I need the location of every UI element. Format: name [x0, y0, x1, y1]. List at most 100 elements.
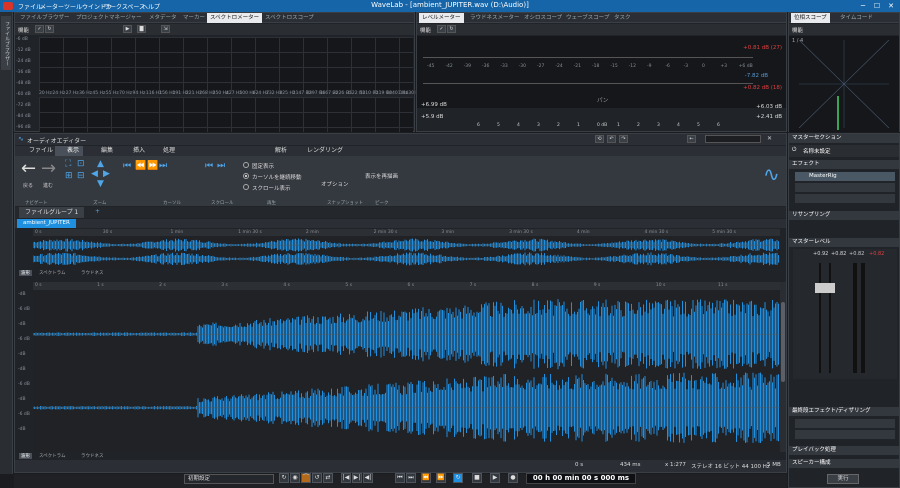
preset-name[interactable]: 名称未設定	[803, 147, 831, 155]
rewind-icon[interactable]: ⏪	[421, 473, 431, 483]
fader-handle-L[interactable]	[815, 283, 825, 293]
tab-task[interactable]: タスク	[611, 13, 634, 23]
play-icon[interactable]: ▶	[123, 25, 132, 33]
next-marker-icon[interactable]: ▶|	[352, 473, 362, 483]
ribbon-tab-edit[interactable]: 編集	[91, 146, 113, 156]
file-tab-ambient[interactable]: ambient_JUPITER	[17, 219, 76, 228]
minimize-button[interactable]: ─	[856, 0, 870, 12]
post-slot-1[interactable]	[795, 419, 895, 428]
tab-file-browser[interactable]: ファイルブラウザー	[17, 13, 73, 23]
vertical-scroll-thumb[interactable]	[781, 302, 785, 382]
transport-time-display[interactable]: 00 h 00 min 00 s 000 ms	[526, 473, 636, 484]
effect-slot-3[interactable]	[795, 194, 895, 203]
overview-mode-tab-1[interactable]: スペクトラム	[37, 270, 68, 276]
folder-icon[interactable]: ▇	[137, 25, 146, 33]
back-label[interactable]: 戻る	[23, 182, 33, 189]
resample-header[interactable]: リサンプリング	[789, 211, 899, 220]
add-group-icon[interactable]: +	[95, 208, 100, 215]
tab-level-meter[interactable]: レベルメーター	[419, 13, 464, 23]
up-triangle-icon[interactable]: ▲	[97, 160, 104, 169]
radio-scroll[interactable]	[243, 184, 249, 190]
status-ratio[interactable]: x 1:277	[665, 462, 686, 468]
cursor-prev-icon[interactable]: ⏪	[135, 162, 146, 171]
zoom-v-icon[interactable]: ⊟	[77, 172, 85, 181]
scroll-end-icon[interactable]: ⏭	[217, 162, 225, 171]
history-icon[interactable]: ⟲	[595, 135, 604, 143]
scroll-view-label[interactable]: スクロール表示	[252, 184, 291, 192]
tab-project-manager[interactable]: プロジェクトマネージャー	[73, 13, 145, 23]
punch-icon[interactable]: ⌒	[301, 473, 311, 483]
tab-wavescope[interactable]: ウェーブスコープ	[563, 13, 612, 23]
record-icon[interactable]: ●	[508, 473, 518, 483]
tab-phase-scope[interactable]: 位相スコープ	[791, 13, 830, 23]
go-start-icon[interactable]: ⏮	[395, 473, 405, 483]
function-label[interactable]: 機能	[18, 26, 29, 34]
close-button[interactable]: ✕	[884, 0, 898, 12]
tab-loudness-meter[interactable]: ラウドネスメーター	[467, 13, 523, 23]
editor-dropdown[interactable]	[705, 135, 761, 143]
playback-header[interactable]: プレイバック処理	[789, 446, 899, 455]
zoom-h-icon[interactable]: ⊞	[65, 172, 73, 181]
options-button[interactable]: オプション	[321, 180, 349, 188]
main-waveform[interactable]: 0 s 1 s 2 s 3 s 4 s 5 s 6 s 7 s 8 s 9 s 10 s 11 s	[33, 282, 780, 452]
cursor-start-icon[interactable]: ⏮	[123, 162, 131, 171]
transport-preset-dropdown[interactable]: 初期設定	[184, 474, 274, 484]
status-zoom[interactable]: 434 ms	[620, 462, 640, 468]
refresh-icon[interactable]: ↻	[45, 25, 54, 33]
continuous-cursor-label[interactable]: カーソルを継続移動	[252, 173, 302, 181]
ribbon-tab-render[interactable]: レンダリング	[297, 146, 343, 156]
render-button[interactable]: 実行	[827, 474, 859, 484]
file-browser-dock-tab[interactable]: ファイルブラウザー	[1, 16, 11, 70]
level-function-label[interactable]: 機能	[420, 26, 431, 34]
redraw-button[interactable]: 表示を再描画	[365, 172, 398, 180]
tab-timecode[interactable]: タイムコード	[837, 13, 876, 23]
record-mode-icon[interactable]: ◉	[290, 473, 300, 483]
loop-icon[interactable]: ↻	[279, 473, 289, 483]
tab-spectrometer[interactable]: スペクトロメーター	[207, 13, 263, 23]
ribbon-tab-insert[interactable]: 挿入	[123, 146, 145, 156]
maximize-button[interactable]: ☐	[870, 0, 884, 12]
radio-continuous[interactable]	[243, 173, 249, 179]
back-arrow-icon[interactable]: ←	[21, 160, 36, 178]
fast-forward-icon[interactable]: ⏩	[436, 473, 446, 483]
tab-metadata[interactable]: メタデータ	[146, 13, 180, 23]
editor-close-icon[interactable]: ✕	[767, 135, 772, 142]
scroll-start-icon[interactable]: ⏮	[205, 162, 213, 171]
file-group-tab[interactable]: ファイルグループ 1	[19, 207, 85, 218]
phase-function-label[interactable]: 機能	[792, 26, 803, 34]
tab-oscilloscope[interactable]: オシロスコープ	[521, 13, 565, 23]
export-icon[interactable]: ⇲	[161, 25, 170, 33]
loop-play-icon[interactable]: ↻	[453, 473, 463, 483]
undo-icon[interactable]: ↶	[607, 135, 616, 143]
tab-spectroscope[interactable]: スペクトロスコープ	[262, 13, 317, 23]
zoom-select-icon[interactable]: ⊡	[77, 160, 85, 169]
redo-icon[interactable]: ↷	[619, 135, 628, 143]
post-slot-2[interactable]	[795, 430, 895, 439]
cycle-icon[interactable]: ⇄	[323, 473, 333, 483]
ribbon-tab-process[interactable]: 処理	[153, 146, 175, 156]
effect-slot-2[interactable]	[795, 183, 895, 192]
cursor-next-icon[interactable]: ⏩	[147, 162, 158, 171]
overview-waveform[interactable]: 0 s 30 s 1 min 1 min 30 s 2 min 2 min 30 s 3 m…	[33, 229, 780, 269]
fixed-view-label[interactable]: 固定表示	[252, 162, 274, 170]
prev-marker-icon[interactable]: |◀	[341, 473, 351, 483]
status-format[interactable]: ステレオ 16 ビット 44 100 Hz	[691, 462, 770, 470]
status-size[interactable]: 5 MB	[767, 462, 781, 468]
effect-slot-1[interactable]: MasterRig	[795, 172, 895, 181]
forward-arrow-icon[interactable]: →	[41, 160, 56, 178]
left-triangle-icon[interactable]: ◀	[91, 170, 98, 179]
overview-mode-tab-0[interactable]: 波形	[19, 270, 32, 276]
down-triangle-icon[interactable]: ▼	[97, 180, 104, 189]
check-icon[interactable]: ✓	[35, 25, 44, 33]
main-mode-tab-1[interactable]: スペクトラム	[37, 453, 68, 459]
right-triangle-icon[interactable]: ▶	[103, 170, 110, 179]
stop-mode-icon[interactable]: ↺	[312, 473, 322, 483]
prev-region-icon[interactable]: ◀|	[363, 473, 373, 483]
forward-label[interactable]: 進む	[43, 182, 53, 189]
level-refresh-icon[interactable]: ↻	[447, 25, 456, 33]
ribbon-tab-file[interactable]: ファイル	[19, 146, 53, 156]
vertical-scrollbar[interactable]	[780, 282, 786, 452]
ribbon-tab-view[interactable]: 表示	[55, 146, 84, 156]
ribbon-tab-analyze[interactable]: 解析	[265, 146, 287, 156]
main-mode-tab-0[interactable]: 波形	[19, 453, 32, 459]
